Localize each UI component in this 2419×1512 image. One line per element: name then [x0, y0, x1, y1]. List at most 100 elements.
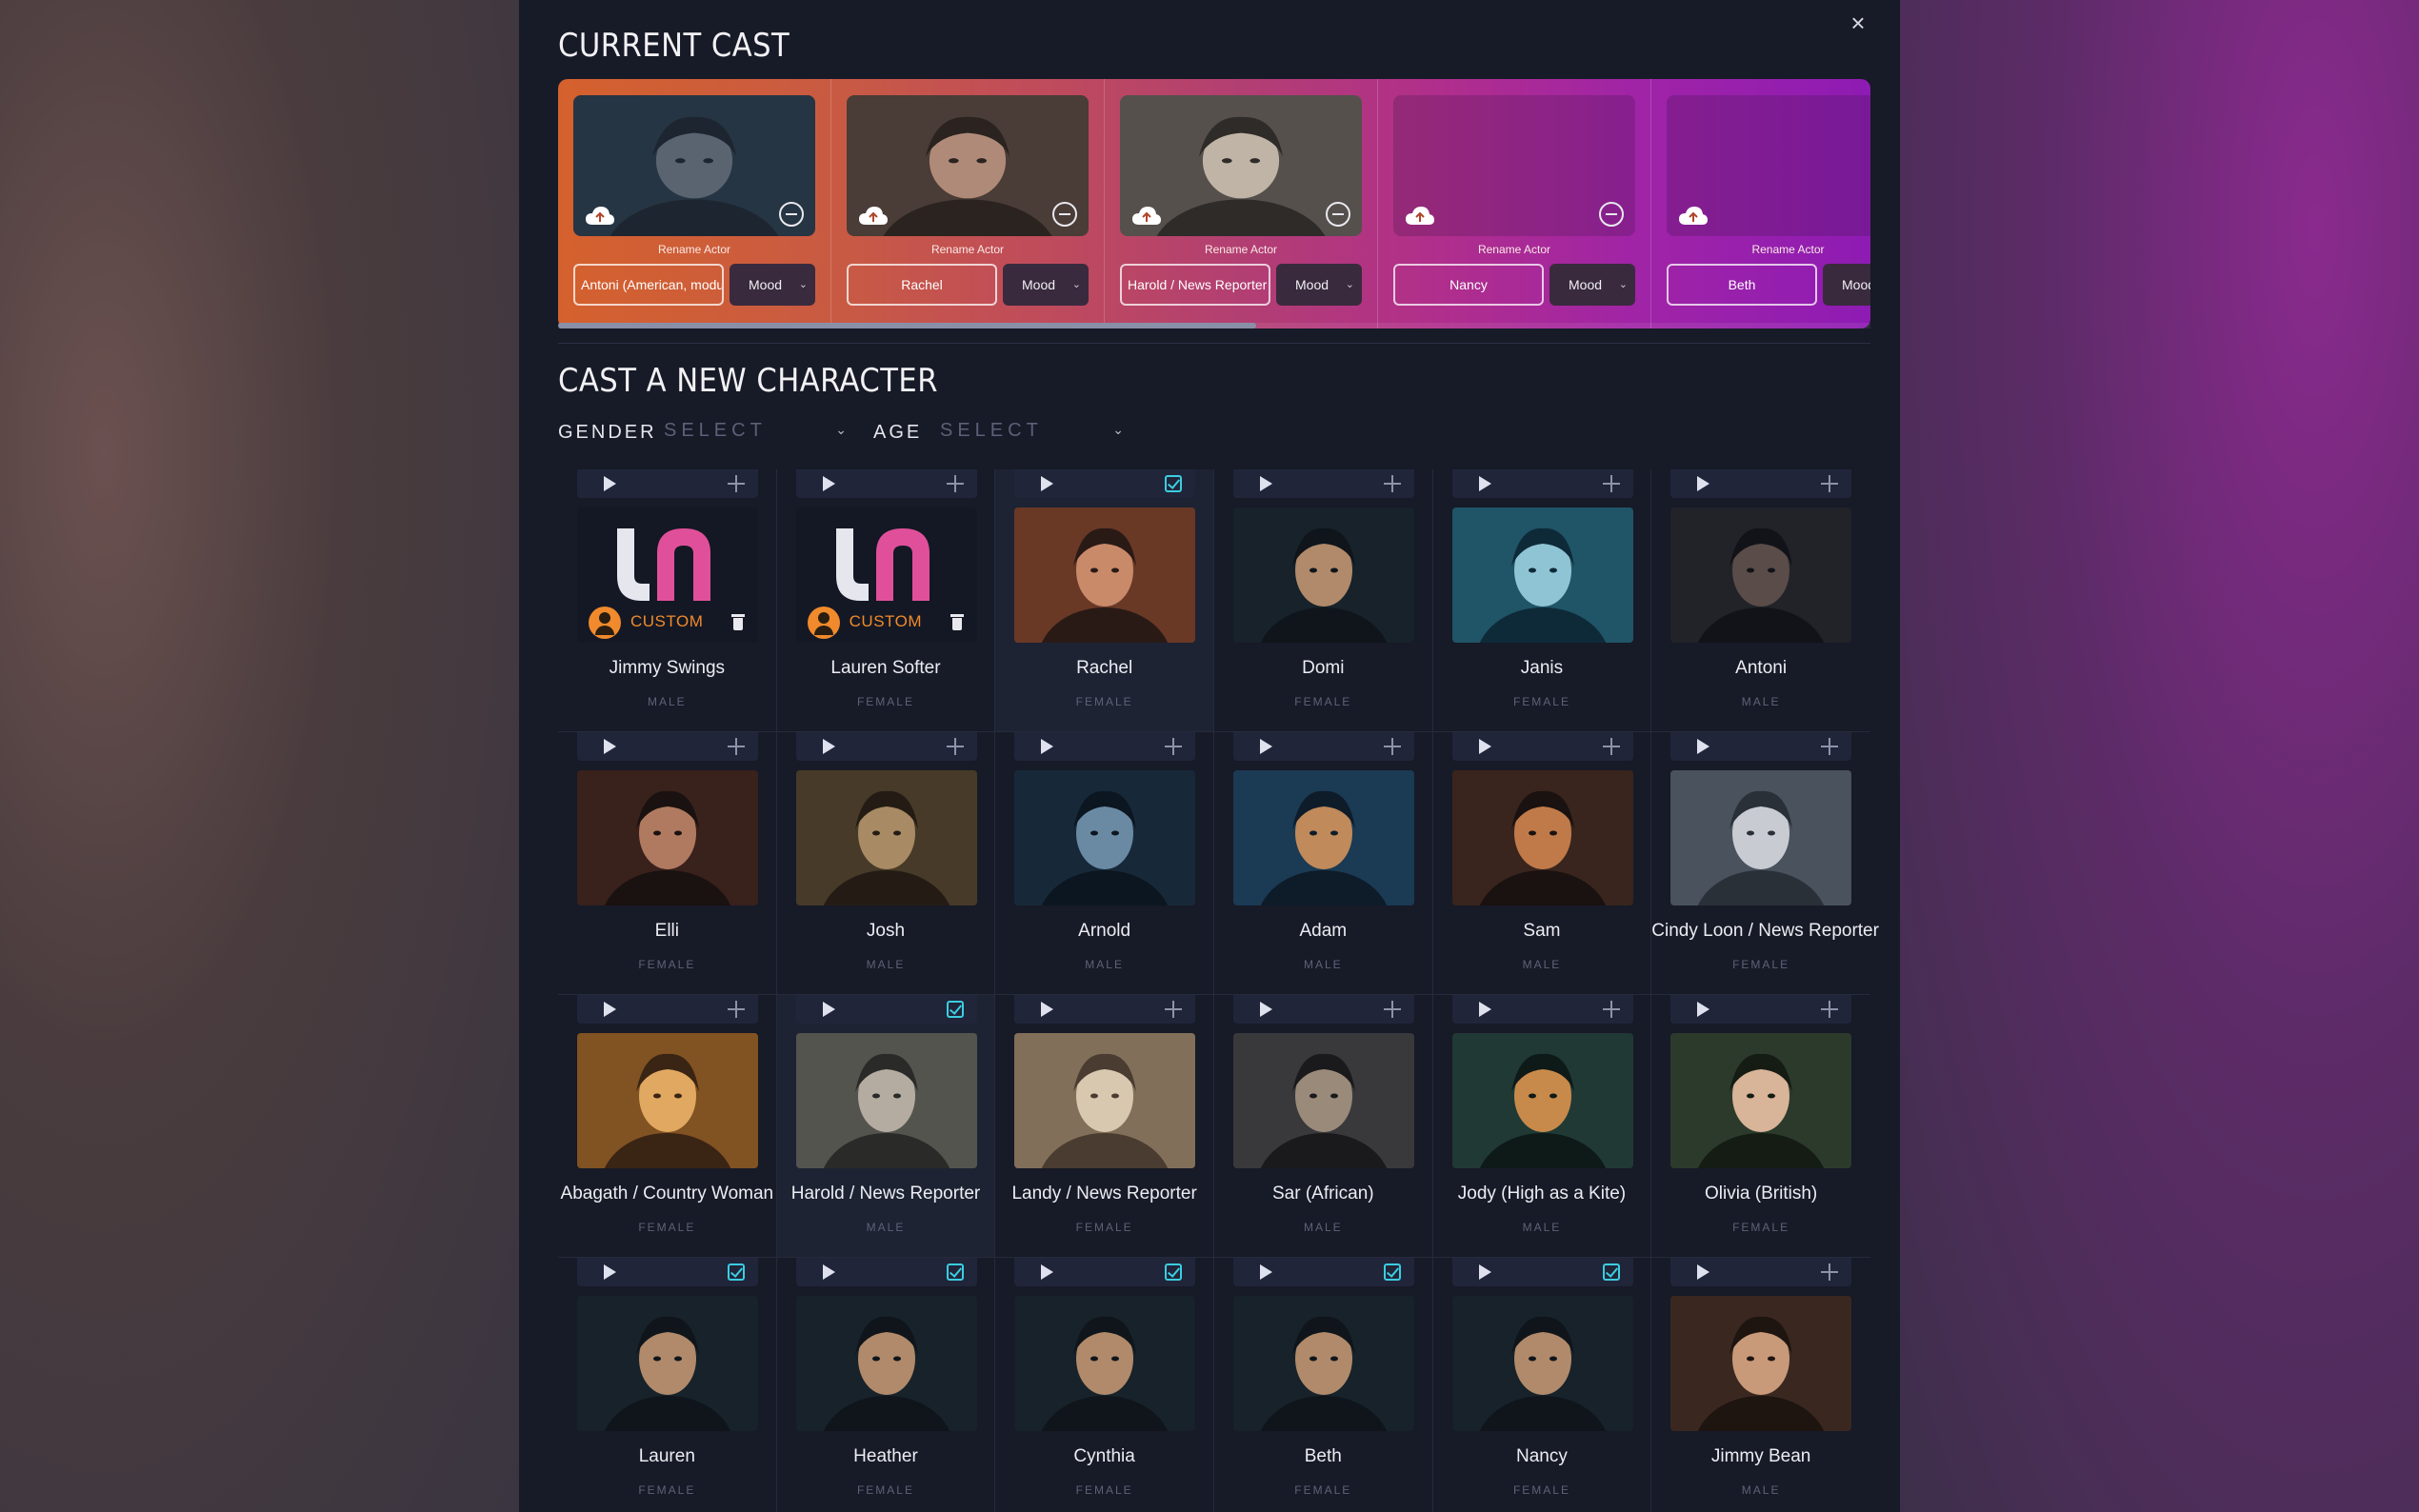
checked-icon[interactable]: [946, 1263, 964, 1281]
upload-cloud-icon[interactable]: [858, 206, 889, 227]
cast-strip-scrollbar-thumb[interactable]: [558, 323, 1256, 328]
plus-icon[interactable]: [1601, 999, 1622, 1020]
character-card[interactable]: Jody (High as a Kite) MALE: [1432, 995, 1652, 1258]
upload-cloud-icon[interactable]: [585, 206, 615, 227]
play-icon[interactable]: [822, 1002, 835, 1017]
character-card[interactable]: Cindy Loon / News Reporter FEMALE: [1651, 732, 1879, 995]
checked-icon[interactable]: [1383, 1263, 1401, 1281]
character-card[interactable]: Beth FEMALE: [1213, 1258, 1433, 1512]
trash-icon[interactable]: [950, 614, 964, 631]
character-card[interactable]: Abagath / Country Woman FEMALE: [558, 995, 777, 1258]
plus-icon[interactable]: [1601, 473, 1622, 494]
checked-icon[interactable]: [1165, 1263, 1183, 1281]
character-card[interactable]: Domi FEMALE: [1213, 469, 1433, 732]
mood-select[interactable]: Mood⌄: [1276, 264, 1362, 306]
character-card[interactable]: CUSTOM Jimmy Swings MALE: [558, 469, 777, 732]
play-icon[interactable]: [1041, 739, 1054, 754]
character-card[interactable]: Adam MALE: [1213, 732, 1433, 995]
mood-select[interactable]: Mood⌄: [1549, 264, 1635, 306]
play-icon[interactable]: [1041, 476, 1054, 491]
current-cast-title: CURRENT CAST: [558, 27, 790, 65]
play-icon[interactable]: [1259, 1264, 1272, 1280]
checked-icon[interactable]: [1165, 475, 1183, 492]
play-icon[interactable]: [604, 1264, 616, 1280]
character-card[interactable]: Antoni MALE: [1651, 469, 1870, 732]
upload-cloud-icon[interactable]: [1405, 206, 1435, 227]
play-icon[interactable]: [1697, 1264, 1710, 1280]
plus-icon[interactable]: [1163, 736, 1184, 757]
actor-name-input[interactable]: Antoni (American, modu: [573, 264, 724, 306]
plus-icon[interactable]: [1382, 999, 1403, 1020]
mood-select[interactable]: Mood⌄: [1823, 264, 1870, 306]
close-icon[interactable]: ×: [1841, 6, 1875, 40]
play-icon[interactable]: [1259, 476, 1272, 491]
play-icon[interactable]: [1697, 739, 1710, 754]
character-card[interactable]: Jimmy Bean MALE: [1651, 1258, 1870, 1512]
play-icon[interactable]: [1478, 1264, 1491, 1280]
plus-icon[interactable]: [1819, 473, 1840, 494]
play-icon[interactable]: [604, 1002, 616, 1017]
play-icon[interactable]: [1041, 1002, 1054, 1017]
actor-name-input[interactable]: Rachel: [847, 264, 997, 306]
character-gender: MALE: [1522, 1221, 1562, 1234]
play-icon[interactable]: [822, 476, 835, 491]
mood-select[interactable]: Mood⌄: [1003, 264, 1089, 306]
character-card[interactable]: Heather FEMALE: [776, 1258, 996, 1512]
plus-icon[interactable]: [1819, 999, 1840, 1020]
checked-icon[interactable]: [728, 1263, 745, 1281]
upload-cloud-icon[interactable]: [1678, 206, 1709, 227]
play-icon[interactable]: [604, 739, 616, 754]
character-card[interactable]: Sam MALE: [1432, 732, 1652, 995]
checked-icon[interactable]: [946, 1001, 964, 1018]
age-select[interactable]: SELECT ⌄: [940, 420, 1124, 447]
play-icon[interactable]: [1259, 1002, 1272, 1017]
play-icon[interactable]: [1478, 739, 1491, 754]
play-icon[interactable]: [1041, 1264, 1054, 1280]
character-card[interactable]: Lauren FEMALE: [558, 1258, 777, 1512]
plus-icon[interactable]: [945, 736, 966, 757]
plus-icon[interactable]: [945, 473, 966, 494]
mood-select[interactable]: Mood⌄: [730, 264, 815, 306]
play-icon[interactable]: [822, 739, 835, 754]
remove-circle-icon[interactable]: [1599, 202, 1624, 227]
trash-icon[interactable]: [731, 614, 745, 631]
plus-icon[interactable]: [1819, 1262, 1840, 1283]
play-icon[interactable]: [1478, 476, 1491, 491]
gender-select[interactable]: SELECT ⌄: [664, 420, 847, 447]
play-icon[interactable]: [1697, 1002, 1710, 1017]
plus-icon[interactable]: [726, 736, 747, 757]
remove-circle-icon[interactable]: [779, 202, 804, 227]
plus-icon[interactable]: [726, 473, 747, 494]
actor-name-input[interactable]: Nancy: [1393, 264, 1544, 306]
character-card[interactable]: Elli FEMALE: [558, 732, 777, 995]
remove-circle-icon[interactable]: [1052, 202, 1077, 227]
character-card[interactable]: Cynthia FEMALE: [995, 1258, 1214, 1512]
remove-circle-icon[interactable]: [1326, 202, 1350, 227]
play-icon[interactable]: [1697, 476, 1710, 491]
checked-icon[interactable]: [1602, 1263, 1620, 1281]
play-icon[interactable]: [604, 476, 616, 491]
actor-name-input[interactable]: Harold / News Reporter: [1120, 264, 1270, 306]
character-card[interactable]: Josh MALE: [776, 732, 996, 995]
character-card[interactable]: Harold / News Reporter MALE: [776, 995, 996, 1258]
character-card[interactable]: Nancy FEMALE: [1432, 1258, 1652, 1512]
actor-name-input[interactable]: Beth: [1667, 264, 1817, 306]
character-card[interactable]: Janis FEMALE: [1432, 469, 1652, 732]
plus-icon[interactable]: [1819, 736, 1840, 757]
upload-cloud-icon[interactable]: [1131, 206, 1162, 227]
plus-icon[interactable]: [1382, 736, 1403, 757]
plus-icon[interactable]: [1163, 999, 1184, 1020]
character-card[interactable]: Sar (African) MALE: [1213, 995, 1433, 1258]
character-card[interactable]: CUSTOM Lauren Softer FEMALE: [776, 469, 996, 732]
plus-icon[interactable]: [1601, 736, 1622, 757]
character-card[interactable]: Rachel FEMALE: [995, 469, 1214, 732]
plus-icon[interactable]: [726, 999, 747, 1020]
cast-strip-scrollbar[interactable]: [558, 323, 1870, 328]
play-icon[interactable]: [822, 1264, 835, 1280]
play-icon[interactable]: [1259, 739, 1272, 754]
plus-icon[interactable]: [1382, 473, 1403, 494]
character-card[interactable]: Arnold MALE: [995, 732, 1214, 995]
character-card[interactable]: Landy / News Reporter FEMALE: [995, 995, 1214, 1258]
character-card[interactable]: Olivia (British) FEMALE: [1651, 995, 1870, 1258]
play-icon[interactable]: [1478, 1002, 1491, 1017]
